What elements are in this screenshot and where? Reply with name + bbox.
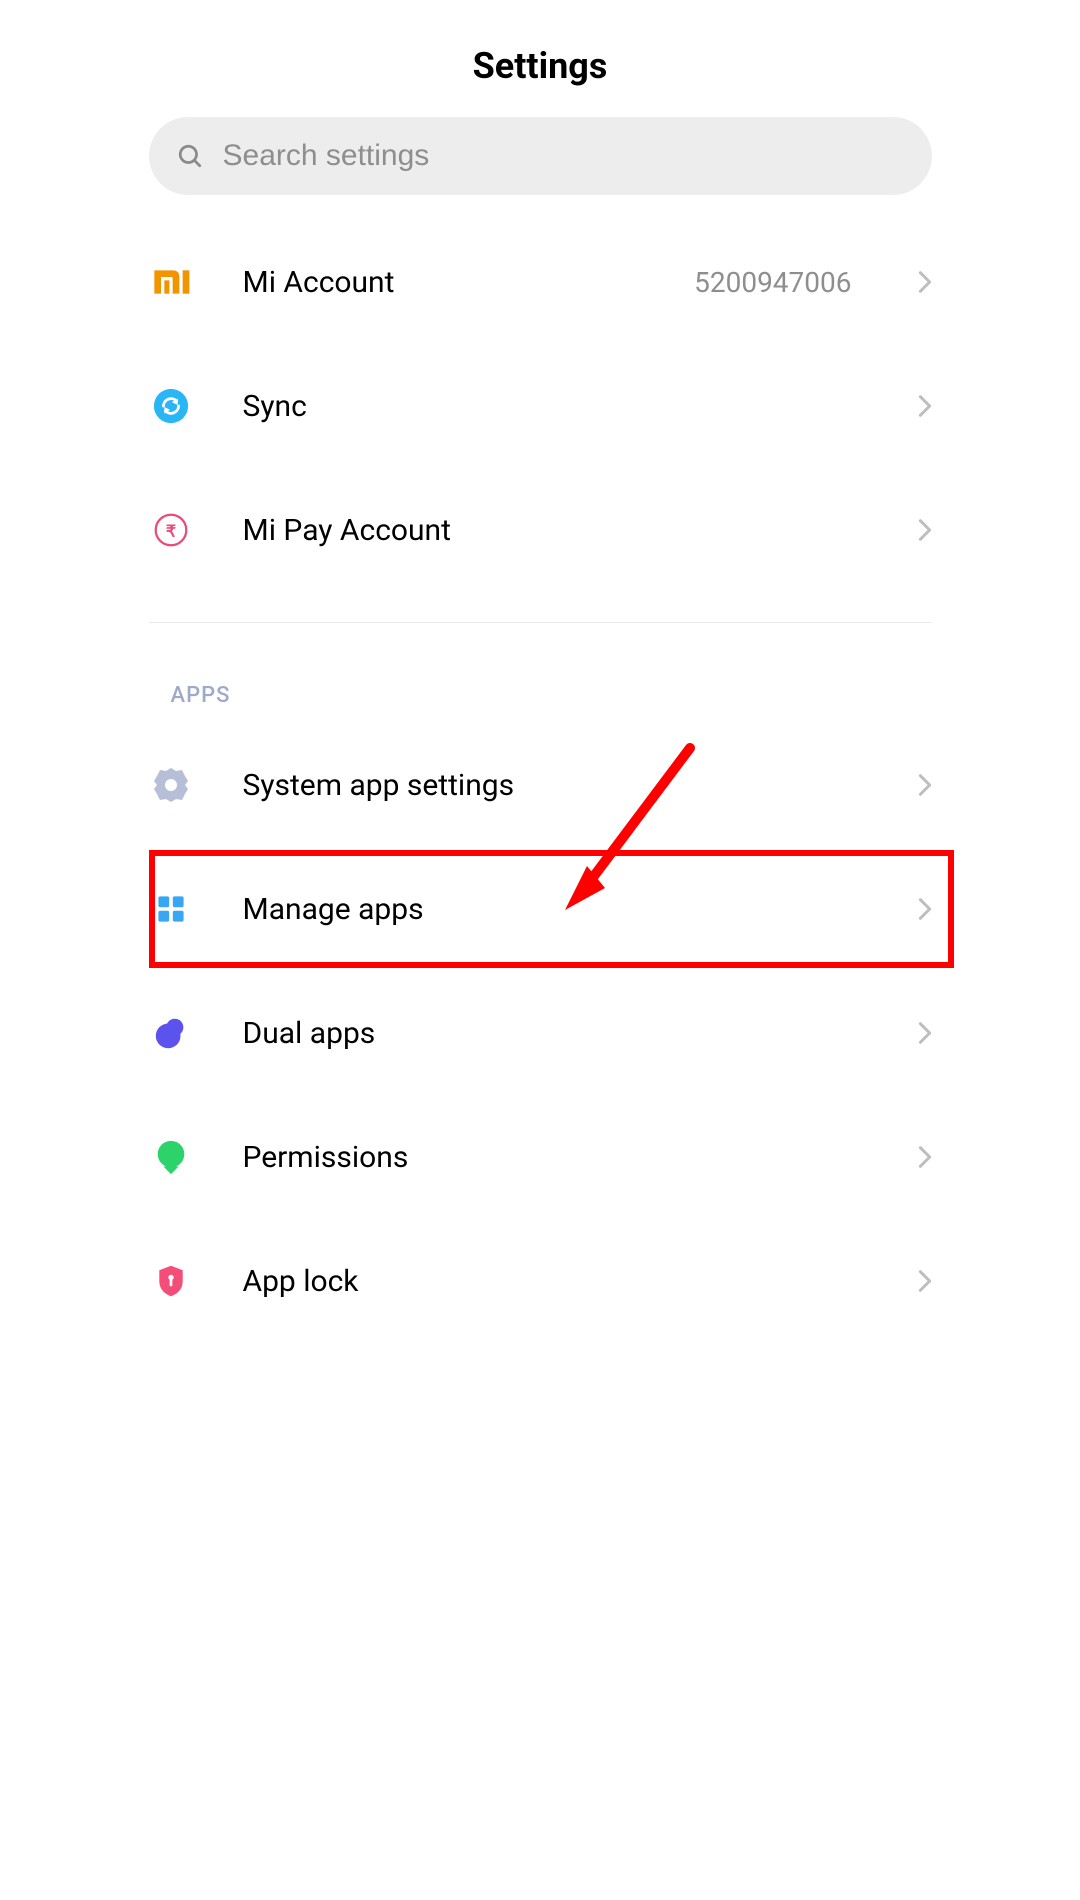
- gear-icon: [149, 763, 193, 807]
- system-app-settings-label: System app settings: [243, 768, 868, 803]
- sync-icon: [149, 384, 193, 428]
- chevron-right-icon: [918, 1145, 932, 1169]
- app-lock-icon: [149, 1259, 193, 1303]
- app-lock-label: App lock: [243, 1264, 868, 1299]
- rupee-icon: ₹: [149, 508, 193, 552]
- chevron-right-icon: [918, 897, 932, 921]
- settings-item-app-lock[interactable]: App lock: [119, 1219, 962, 1343]
- settings-item-sync[interactable]: Sync: [119, 344, 962, 468]
- dual-apps-label: Dual apps: [243, 1016, 868, 1051]
- settings-item-mi-pay[interactable]: ₹ Mi Pay Account: [119, 468, 962, 592]
- search-icon: [177, 143, 203, 169]
- search-bar[interactable]: [149, 117, 932, 195]
- mi-account-label: Mi Account: [243, 265, 645, 300]
- apps-grid-icon: [149, 887, 193, 931]
- search-input[interactable]: [223, 139, 904, 173]
- chevron-right-icon: [918, 394, 932, 418]
- mi-logo-icon: [149, 260, 193, 304]
- section-header-apps: APPS: [119, 623, 962, 723]
- chevron-right-icon: [918, 270, 932, 294]
- dual-apps-icon: [149, 1011, 193, 1055]
- svg-text:₹: ₹: [165, 522, 175, 540]
- page-title: Settings: [119, 0, 962, 117]
- settings-item-manage-apps[interactable]: Manage apps: [119, 847, 962, 971]
- sync-label: Sync: [243, 389, 868, 424]
- settings-item-permissions[interactable]: Permissions: [119, 1095, 962, 1219]
- mi-account-value: 5200947006: [694, 266, 851, 299]
- settings-item-mi-account[interactable]: Mi Account 5200947006: [119, 220, 962, 344]
- chevron-right-icon: [918, 1269, 932, 1293]
- mi-pay-label: Mi Pay Account: [243, 513, 868, 548]
- manage-apps-label: Manage apps: [243, 892, 868, 927]
- permissions-icon: [149, 1135, 193, 1179]
- chevron-right-icon: [918, 518, 932, 542]
- chevron-right-icon: [918, 773, 932, 797]
- chevron-right-icon: [918, 1021, 932, 1045]
- settings-item-dual-apps[interactable]: Dual apps: [119, 971, 962, 1095]
- permissions-label: Permissions: [243, 1140, 868, 1175]
- settings-item-system-app-settings[interactable]: System app settings: [119, 723, 962, 847]
